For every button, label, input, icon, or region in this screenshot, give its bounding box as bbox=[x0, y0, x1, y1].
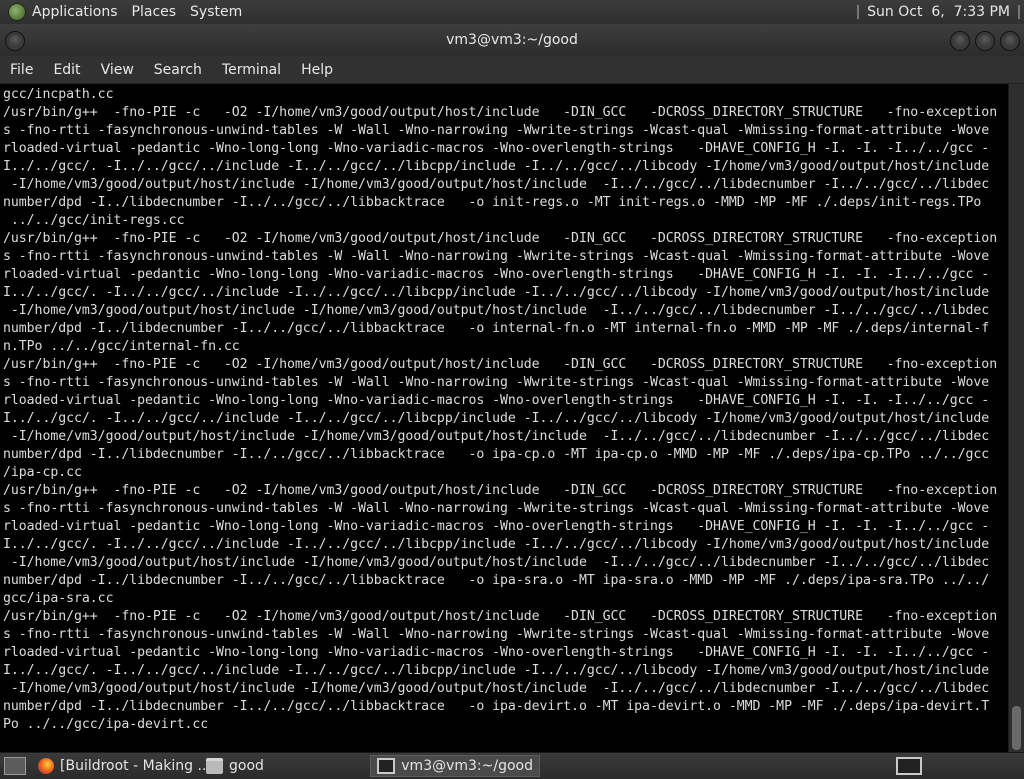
terminal-scrollbar[interactable] bbox=[1008, 84, 1024, 752]
menu-file[interactable]: File bbox=[0, 62, 43, 78]
window-titlebar[interactable]: vm3@vm3:~/good bbox=[0, 24, 1024, 56]
task-firefox[interactable]: [Buildroot - Making ... bbox=[38, 756, 211, 776]
show-desktop-button[interactable] bbox=[4, 756, 26, 776]
menu-view[interactable]: View bbox=[91, 62, 144, 78]
maximize-icon[interactable] bbox=[975, 31, 995, 51]
menu-help[interactable]: Help bbox=[291, 62, 343, 78]
folder-icon bbox=[206, 758, 223, 774]
scrollbar-thumb[interactable] bbox=[1012, 706, 1021, 750]
menu-edit[interactable]: Edit bbox=[43, 62, 90, 78]
menu-search[interactable]: Search bbox=[144, 62, 212, 78]
distro-logo-icon[interactable] bbox=[8, 3, 26, 21]
panel-clock[interactable]: Sun Oct 6, 7:33 PM bbox=[867, 4, 1010, 20]
bottom-taskbar: [Buildroot - Making ... good vm3@vm3:~/g… bbox=[0, 752, 1024, 779]
terminal-icon bbox=[377, 758, 396, 774]
top-panel: Applications Places System Sun Oct 6, 7:… bbox=[0, 0, 1024, 24]
places-menu[interactable]: Places bbox=[132, 4, 177, 20]
task-file-manager[interactable]: good bbox=[206, 756, 264, 776]
window-menu-icon[interactable] bbox=[5, 31, 25, 51]
window-title: vm3@vm3:~/good bbox=[446, 32, 578, 48]
system-menu[interactable]: System bbox=[190, 4, 242, 20]
close-icon[interactable] bbox=[1000, 31, 1020, 51]
applications-menu[interactable]: Applications bbox=[32, 4, 118, 20]
panel-menus: Applications Places System bbox=[32, 0, 256, 24]
task-terminal[interactable]: vm3@vm3:~/good bbox=[370, 755, 540, 777]
terminal-text: gcc/incpath.cc /usr/bin/g++ -fno-PIE -c … bbox=[3, 87, 998, 732]
menu-terminal[interactable]: Terminal bbox=[212, 62, 291, 78]
minimize-icon[interactable] bbox=[950, 31, 970, 51]
firefox-icon bbox=[38, 758, 54, 774]
show-desktop-icon bbox=[4, 757, 26, 775]
task-label: good bbox=[229, 758, 264, 774]
task-label: [Buildroot - Making ... bbox=[60, 758, 211, 774]
workspace-switcher[interactable] bbox=[896, 756, 922, 776]
terminal-output-area[interactable]: gcc/incpath.cc /usr/bin/g++ -fno-PIE -c … bbox=[0, 84, 1008, 752]
task-label: vm3@vm3:~/good bbox=[401, 758, 533, 774]
panel-separator-icon bbox=[857, 5, 860, 19]
workspace-icon bbox=[896, 757, 922, 775]
panel-separator-icon bbox=[1018, 5, 1020, 19]
terminal-menubar: File Edit View Search Terminal Help bbox=[0, 56, 1024, 84]
